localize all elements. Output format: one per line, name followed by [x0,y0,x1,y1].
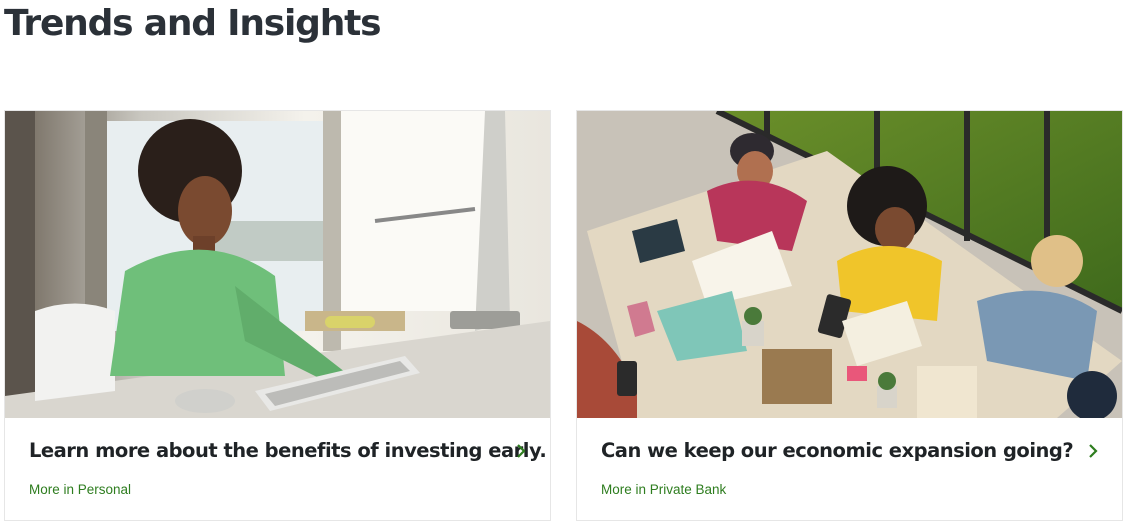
chevron-right-icon[interactable] [514,443,528,459]
more-in-private-bank-link[interactable]: More in Private Bank [601,481,726,499]
card-title[interactable]: Learn more about the benefits of investi… [29,437,547,465]
section-title: Trends and Insights [4,3,382,44]
team-meeting-overhead-photo[interactable] [577,111,1122,418]
article-card-economic-expansion[interactable]: Can we keep our economic expansion going… [576,110,1123,521]
card-title[interactable]: Can we keep our economic expansion going… [601,437,1074,465]
more-in-personal-link[interactable]: More in Personal [29,481,131,499]
woman-typing-at-desk-photo[interactable] [5,111,550,418]
article-card-investing[interactable]: Learn more about the benefits of investi… [4,110,551,521]
chevron-right-icon[interactable] [1086,443,1100,459]
